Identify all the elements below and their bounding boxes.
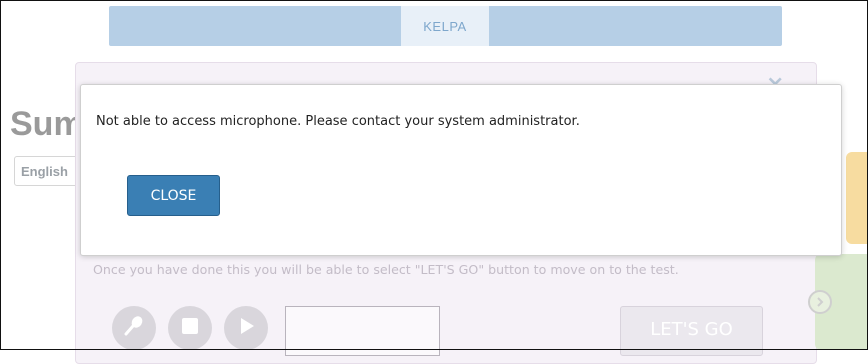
tab-kelpa[interactable]: KELPA (401, 6, 489, 46)
stop-button[interactable] (168, 306, 212, 350)
stop-icon (180, 316, 200, 340)
side-tab-yellow[interactable] (846, 152, 868, 244)
header-bar: KELPA (109, 6, 782, 46)
alert-message: Not able to access microphone. Please co… (96, 114, 580, 129)
microphone-button[interactable] (112, 306, 156, 350)
lets-go-button[interactable]: LET'S GO (620, 306, 763, 356)
page-heading: Sum (10, 105, 80, 143)
close-button[interactable]: CLOSE (127, 175, 220, 216)
alert-dialog: Not able to access microphone. Please co… (80, 84, 842, 256)
language-select[interactable]: English (14, 156, 78, 186)
next-arrow-icon[interactable] (808, 290, 832, 314)
recording-display (285, 306, 440, 356)
play-button[interactable] (224, 306, 268, 350)
play-icon (236, 316, 256, 340)
instruction-text: Once you have done this you will be able… (93, 262, 679, 277)
microphone-icon (121, 313, 147, 343)
